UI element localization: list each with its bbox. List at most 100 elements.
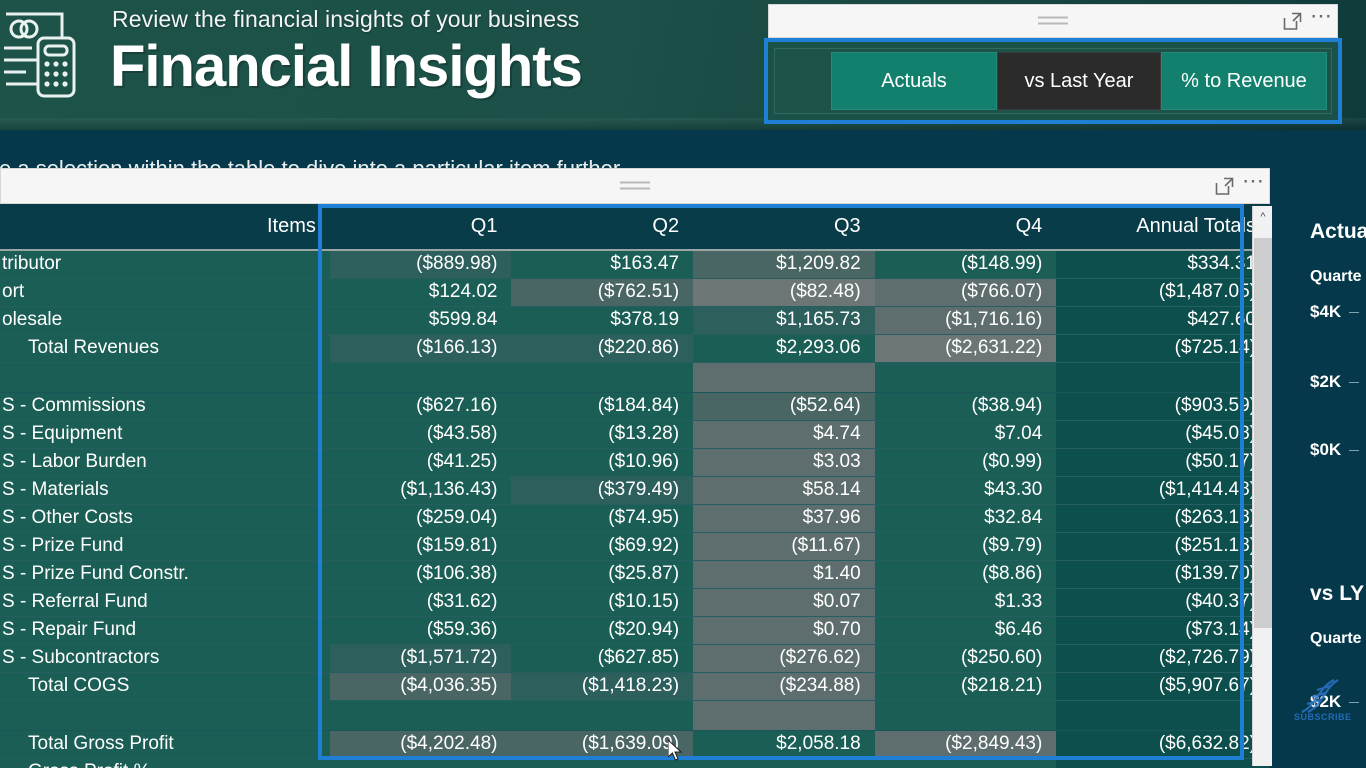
- cell-annual-total[interactable]: $427.60: [1056, 306, 1270, 335]
- cell-q2[interactable]: ($1,418.23): [511, 672, 694, 701]
- row-item-label[interactable]: S - Labor Burden: [0, 448, 330, 477]
- cell-q2[interactable]: ($184.84): [511, 392, 694, 421]
- tab-vs-last-year[interactable]: vs Last Year: [996, 52, 1161, 110]
- cell-q3[interactable]: ($11.67): [693, 532, 875, 561]
- col-header-items[interactable]: Items: [0, 204, 330, 251]
- cell-q1[interactable]: ($41.25): [329, 448, 512, 477]
- cell-q2[interactable]: ($627.85): [511, 644, 694, 673]
- cell-q2[interactable]: ($10.15): [511, 588, 694, 617]
- cell-q1[interactable]: ($106.38): [329, 560, 512, 589]
- table-row[interactable]: ort $124.02 ($762.51) ($82.48) ($766.07) ($1,…: [0, 278, 1270, 307]
- cell-q3[interactable]: $0.07: [693, 588, 875, 617]
- cell-q3[interactable]: [693, 758, 875, 768]
- cell-annual-total[interactable]: $334.31: [1056, 250, 1270, 279]
- cell-q1[interactable]: ($4,202.48): [329, 730, 512, 759]
- cell-q4[interactable]: ($2,849.43): [874, 730, 1057, 759]
- table-row[interactable]: S - Other Costs ($259.04) ($74.95) $37.96 $3…: [0, 504, 1270, 533]
- tab-actuals[interactable]: Actuals: [831, 52, 997, 110]
- col-header-q4[interactable]: Q4: [874, 204, 1057, 251]
- table-row[interactable]: S - Labor Burden ($41.25) ($10.96) $3.03 ($0…: [0, 448, 1270, 477]
- cell-q3[interactable]: $3.03: [693, 448, 875, 477]
- cell-q3[interactable]: ($52.64): [693, 392, 875, 421]
- cell-q4[interactable]: $1.33: [874, 588, 1057, 617]
- cell-q4[interactable]: $7.04: [874, 420, 1057, 449]
- cell-q2[interactable]: ($69.92): [511, 532, 694, 561]
- cell-q3[interactable]: [693, 362, 875, 393]
- cell-q2[interactable]: ($1,639.09): [511, 730, 694, 759]
- table-row[interactable]: olesale $599.84 $378.19 $1,165.73 ($1,716.16…: [0, 306, 1270, 335]
- table-row[interactable]: Total Gross Profit ($4,202.48) ($1,639.09)…: [0, 730, 1270, 759]
- cell-q2[interactable]: ($379.49): [511, 476, 694, 505]
- cell-q2[interactable]: ($10.96): [511, 448, 694, 477]
- row-item-label[interactable]: S - Prize Fund: [0, 532, 330, 561]
- drag-grip-icon[interactable]: [1038, 16, 1068, 26]
- cell-q4[interactable]: ($1,716.16): [874, 306, 1057, 335]
- cell-annual-total[interactable]: ($45.08): [1056, 420, 1270, 449]
- row-item-label[interactable]: S - Prize Fund Constr.: [0, 560, 330, 589]
- scrollbar-thumb[interactable]: [1254, 238, 1272, 628]
- cell-q3[interactable]: ($276.62): [693, 644, 875, 673]
- cell-annual-total[interactable]: [1056, 758, 1270, 768]
- cell-q4[interactable]: ($2,631.22): [874, 334, 1057, 363]
- cell-annual-total[interactable]: ($263.18): [1056, 504, 1270, 533]
- cell-annual-total[interactable]: [1056, 362, 1270, 393]
- row-item-label[interactable]: S - Equipment: [0, 420, 330, 449]
- table-row[interactable]: S - Commissions ($627.16) ($184.84) ($52.64…: [0, 392, 1270, 421]
- cell-q3[interactable]: ($234.88): [693, 672, 875, 701]
- cell-annual-total[interactable]: ($6,632.82): [1056, 730, 1270, 759]
- table-row[interactable]: S - Prize Fund Constr. ($106.38) ($25.87) $…: [0, 560, 1270, 589]
- cell-q4[interactable]: ($9.79): [874, 532, 1057, 561]
- col-header-q1[interactable]: Q1: [329, 204, 512, 251]
- table-more-options-icon[interactable]: ⋯: [1239, 170, 1269, 200]
- col-header-q2[interactable]: Q2: [511, 204, 694, 251]
- table-row[interactable]: S - Referral Fund ($31.62) ($10.15) $0.07 $1…: [0, 588, 1270, 617]
- table-row[interactable]: S - Materials ($1,136.43) ($379.49) $58.14 $…: [0, 476, 1270, 505]
- table-row[interactable]: Total COGS ($4,036.35) ($1,418.23) ($234.88…: [0, 672, 1270, 701]
- cell-q3[interactable]: $1.40: [693, 560, 875, 589]
- cell-annual-total[interactable]: ($725.14): [1056, 334, 1270, 363]
- row-item-label[interactable]: [0, 700, 330, 731]
- cell-q1[interactable]: [329, 700, 512, 731]
- cell-annual-total[interactable]: ($73.14): [1056, 616, 1270, 645]
- table-row[interactable]: [0, 362, 1270, 393]
- col-header-annual-totals[interactable]: Annual Totals: [1056, 204, 1270, 251]
- cell-annual-total[interactable]: ($903.59): [1056, 392, 1270, 421]
- table-drag-grip-icon[interactable]: [620, 181, 650, 191]
- row-item-label[interactable]: tributor: [0, 250, 330, 279]
- cell-q4[interactable]: $6.46: [874, 616, 1057, 645]
- cell-q4[interactable]: $32.84: [874, 504, 1057, 533]
- cell-q4[interactable]: ($218.21): [874, 672, 1057, 701]
- cell-annual-total[interactable]: ($139.70): [1056, 560, 1270, 589]
- cell-q4[interactable]: [874, 758, 1057, 768]
- cell-q3[interactable]: $0.70: [693, 616, 875, 645]
- cell-q4[interactable]: ($38.94): [874, 392, 1057, 421]
- table-row[interactable]: S - Repair Fund ($59.36) ($20.94) $0.70 $6.4…: [0, 616, 1270, 645]
- table-scrollbar[interactable]: ^: [1252, 206, 1272, 766]
- cell-q1[interactable]: ($889.98): [329, 250, 512, 279]
- cell-annual-total[interactable]: ($1,414.48): [1056, 476, 1270, 505]
- cell-annual-total[interactable]: ($5,907.67): [1056, 672, 1270, 701]
- cell-q3[interactable]: $1,165.73: [693, 306, 875, 335]
- cell-q1[interactable]: [329, 758, 512, 768]
- cell-q2[interactable]: ($762.51): [511, 278, 694, 307]
- cell-q1[interactable]: ($59.36): [329, 616, 512, 645]
- cell-q3[interactable]: $1,209.82: [693, 250, 875, 279]
- cell-annual-total[interactable]: ($251.18): [1056, 532, 1270, 561]
- cell-q4[interactable]: ($250.60): [874, 644, 1057, 673]
- cell-q4[interactable]: ($766.07): [874, 278, 1057, 307]
- cell-q1[interactable]: ($627.16): [329, 392, 512, 421]
- cell-q1[interactable]: [329, 362, 512, 393]
- row-item-label[interactable]: Total Gross Profit: [0, 730, 330, 759]
- cell-q3[interactable]: [693, 700, 875, 731]
- cell-q1[interactable]: ($166.13): [329, 334, 512, 363]
- row-item-label[interactable]: olesale: [0, 306, 330, 335]
- chevron-up-icon[interactable]: ^: [1253, 206, 1273, 228]
- row-item-label[interactable]: S - Commissions: [0, 392, 330, 421]
- table-row[interactable]: S - Subcontractors ($1,571.72) ($627.85) ($…: [0, 644, 1270, 673]
- cell-q3[interactable]: $37.96: [693, 504, 875, 533]
- cell-q1[interactable]: $599.84: [329, 306, 512, 335]
- cell-q1[interactable]: ($43.58): [329, 420, 512, 449]
- cell-q2[interactable]: $163.47: [511, 250, 694, 279]
- row-item-label[interactable]: Total Revenues: [0, 334, 330, 363]
- cell-q1[interactable]: ($4,036.35): [329, 672, 512, 701]
